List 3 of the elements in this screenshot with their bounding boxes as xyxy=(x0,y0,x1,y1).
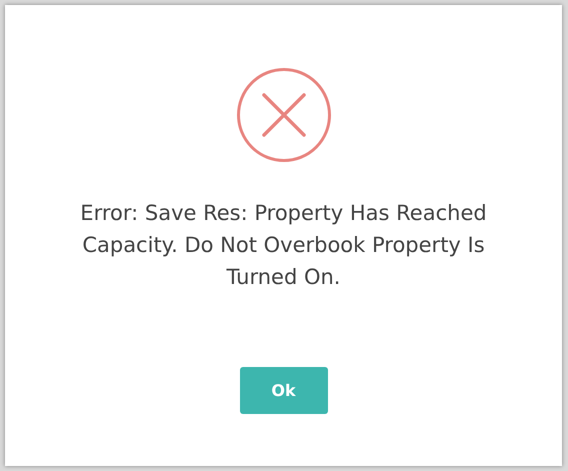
ok-button[interactable]: Ok xyxy=(240,367,328,414)
error-message: Error: Save Res: Property Has Reached Capacity. Do Not Overbook Property Is Turned On. xyxy=(79,200,488,291)
error-icon xyxy=(236,67,332,163)
